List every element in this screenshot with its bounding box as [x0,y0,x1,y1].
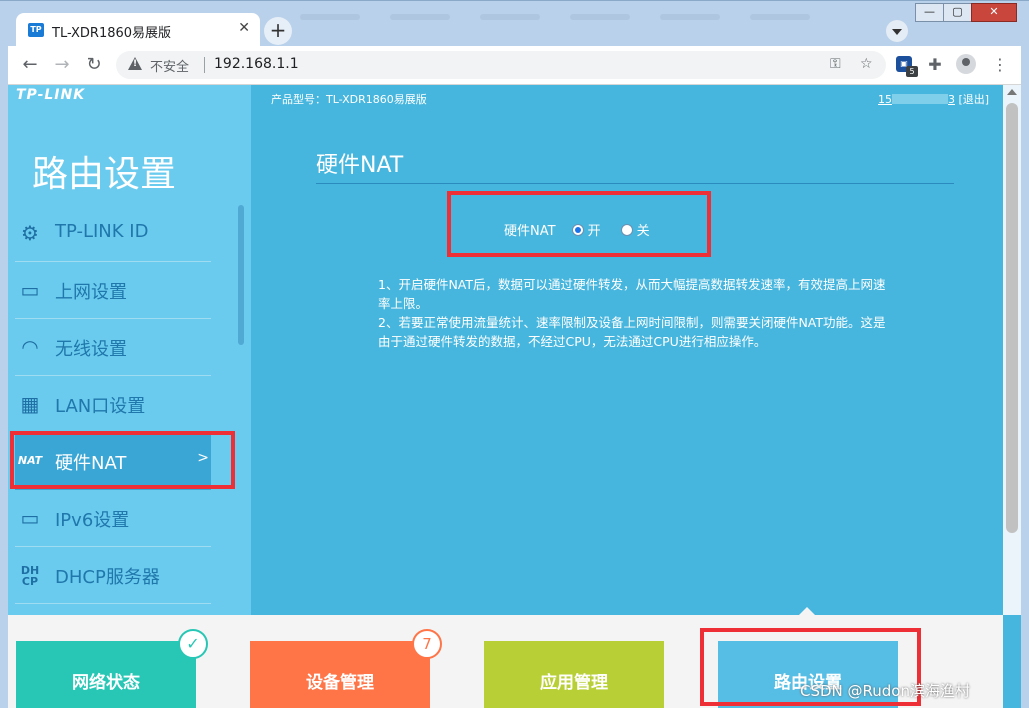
check-icon: ✓ [178,629,208,659]
sidebar-item-internet[interactable]: ▭ 上网设置 [15,262,211,319]
sidebar: TP-LINK 路由设置 ⚙ TP-LINK ID ▭ 上网设置 ◠ 无线设置 … [8,85,251,615]
sidebar-item-hardware-nat[interactable]: NAT 硬件NAT > [15,433,211,490]
nat-toggle-group: 硬件NAT 开 关 [504,220,650,239]
tab-title: TL-XDR1860易展版 [52,26,172,41]
sidebar-item-wireless[interactable]: ◠ 无线设置 [15,319,211,376]
background-tabs [300,5,880,20]
nat-notes: 1、开启硬件NAT后，数据可以通过硬件转发，从而大幅提高数据转发速率，有效提高上… [378,275,888,351]
watermark: CSDN @Rudon滨海渔村 [800,682,970,700]
nat-on-radio[interactable] [571,223,584,236]
dhcp-icon: DH CP [20,564,40,588]
tp-link-favicon-icon: TP [28,23,44,37]
ethernet-icon: ▦ [20,392,40,416]
warning-icon[interactable] [128,57,142,71]
tab-app-management[interactable]: 应用管理 [484,641,664,708]
sidebar-title: 路由设置 [32,154,177,195]
sidebar-item-label: IPv6设置 [55,510,130,531]
nat-off-label[interactable]: 关 [637,220,650,239]
new-tab-button[interactable]: + [264,17,292,45]
close-window-button[interactable]: ✕ [971,3,1017,22]
logout-link[interactable]: [退出] [959,93,990,106]
puzzle-icon[interactable]: ✚ [925,55,945,74]
forward-button[interactable]: → [52,55,72,75]
back-button[interactable]: ← [20,55,40,75]
sidebar-menu: ⚙ TP-LINK ID ▭ 上网设置 ◠ 无线设置 ▦ LAN口设置 NAT … [15,205,211,604]
sidebar-item-label: 上网设置 [55,282,127,303]
router-admin-page: TP-LINK 路由设置 ⚙ TP-LINK ID ▭ 上网设置 ◠ 无线设置 … [8,85,1021,708]
url-text[interactable]: 192.168.1.1 [214,56,299,72]
title-divider [316,183,954,184]
minimize-button[interactable]: — [915,3,944,22]
laptop-icon: ▭ [20,278,40,302]
tab-network-status[interactable]: 网络状态 [16,641,196,708]
maximize-button[interactable]: ▢ [943,3,972,22]
nat-off-radio[interactable] [620,223,633,236]
sidebar-item-label: 无线设置 [55,339,127,360]
insecure-label[interactable]: 不安全 [150,56,189,75]
user-box: 15 3 [退出] [878,91,989,107]
sidebar-item-label: DHCP服务器 [55,567,160,588]
star-icon[interactable]: ☆ [860,56,873,72]
sidebar-item-label: 硬件NAT [55,453,127,474]
nat-label: 硬件NAT [504,224,556,239]
scroll-thumb[interactable] [1006,103,1018,533]
chevron-right-icon: > [197,450,209,466]
window-controls: — ▢ ✕ [915,3,1017,22]
more-vert-icon[interactable]: ⋮ [990,55,1010,74]
sidebar-item-ipv6[interactable]: ▭ IPv6设置 [15,490,211,547]
sidebar-item-label: TP-LINK ID [55,221,149,242]
address-separator [204,57,205,73]
close-tab-icon[interactable]: ✕ [238,20,250,36]
page-scrollbar[interactable] [1003,85,1021,615]
sidebar-item-tp-link-id[interactable]: ⚙ TP-LINK ID [15,205,211,262]
device-count-badge: 7 [412,629,442,659]
extension-badge: 5 [906,66,918,77]
sidebar-item-dhcp[interactable]: DH CP DHCP服务器 [15,547,211,604]
sidebar-item-label: LAN口设置 [55,396,146,417]
tp-link-logo: TP-LINK [16,87,86,103]
browser-toolbar: ← → ↻ 不安全 192.168.1.1 ⚿ ☆ ▣ 5 ✚ ⋮ [8,46,1021,85]
tab-search-button[interactable] [886,20,908,42]
sidebar-scrollbar[interactable] [238,205,244,345]
page-title: 硬件NAT [316,153,404,178]
gear-icon: ⚙ [21,221,39,245]
scroll-up-icon[interactable] [1007,89,1017,95]
key-icon[interactable]: ⚿ [830,56,841,72]
nat-on-label[interactable]: 开 [588,220,601,239]
sidebar-item-lan[interactable]: ▦ LAN口设置 [15,376,211,433]
laptop-icon: ▭ [20,506,40,530]
product-model: 产品型号：TL-XDR1860易展版 [271,93,427,106]
address-bar[interactable]: 不安全 192.168.1.1 ⚿ ☆ [116,51,886,79]
reload-button[interactable]: ↻ [84,55,104,75]
profile-avatar[interactable] [956,54,976,74]
note-1: 1、开启硬件NAT后，数据可以通过硬件转发，从而大幅提高数据转发速率，有效提高上… [378,277,886,311]
tab-device-management[interactable]: 设备管理 [250,641,430,708]
nat-icon: NAT [17,454,43,467]
note-2: 2、若要正常使用流量统计、速率限制及设备上网时间限制，则需要关闭硬件NAT功能。… [378,315,886,349]
wifi-icon: ◠ [21,335,39,359]
user-account-link[interactable]: 15 3 [878,93,955,106]
browser-titlebar: TP TL-XDR1860易展版 ✕ + — ▢ ✕ [0,0,1029,47]
browser-tab[interactable]: TP TL-XDR1860易展版 ✕ [16,13,260,47]
